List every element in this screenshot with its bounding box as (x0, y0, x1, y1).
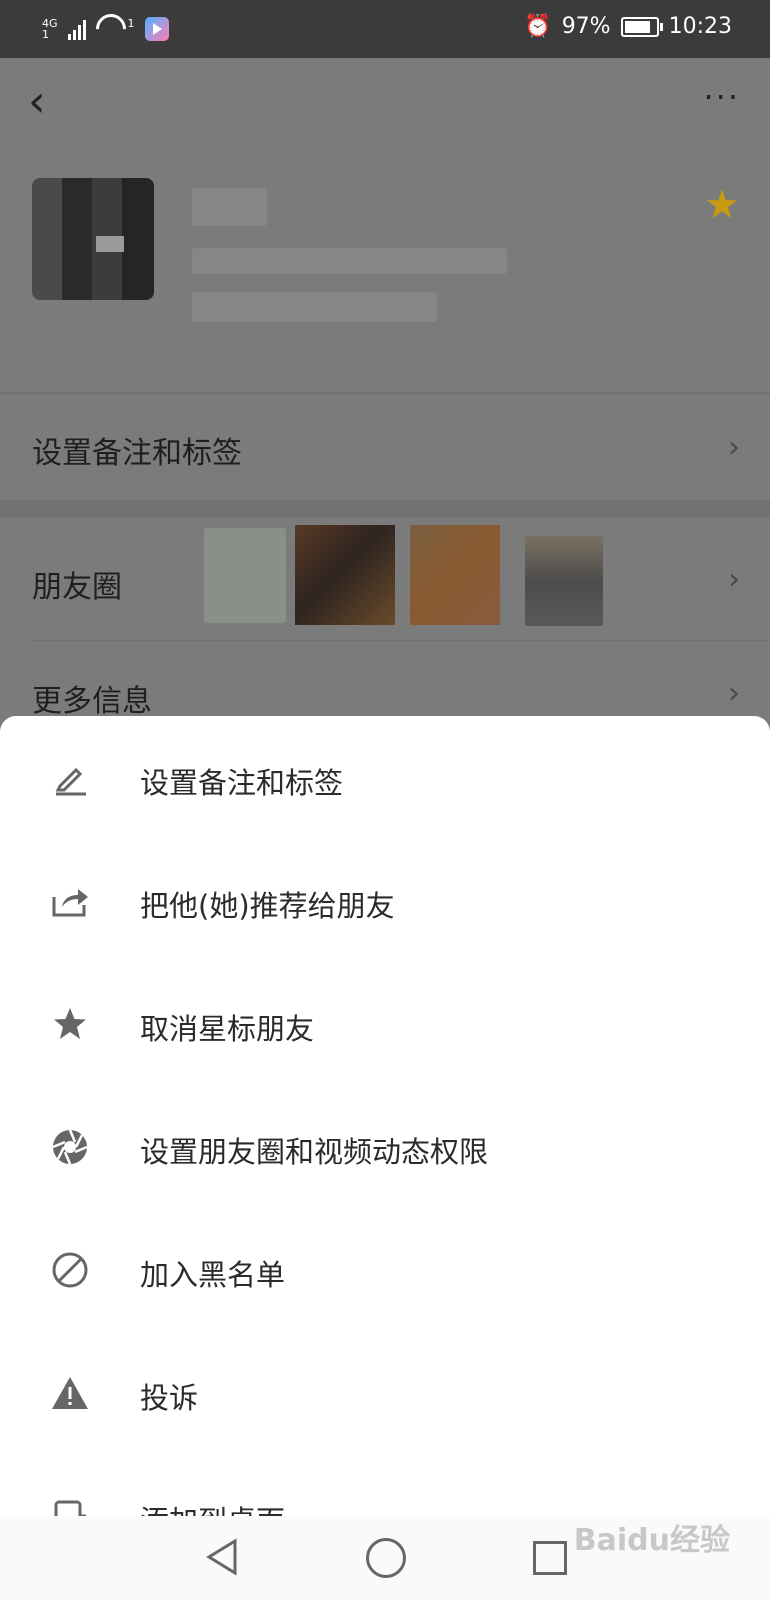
more-info-row[interactable]: 更多信息 (32, 676, 152, 720)
nav-back-icon[interactable] (205, 1538, 239, 1576)
nav-recents-icon[interactable] (533, 1541, 567, 1575)
nav-home-icon[interactable] (366, 1538, 406, 1578)
divider (32, 640, 770, 641)
moments-thumb (295, 525, 395, 625)
wechat-id-blurred (192, 248, 507, 274)
moments-thumb (525, 536, 603, 626)
app-notification-icon (144, 17, 169, 41)
pencil-icon (50, 758, 90, 798)
menu-item-unstar-friend[interactable]: 取消星标朋友 (0, 962, 770, 1085)
status-bar: 4G 1 1 ⏰ 97% 10:23 (0, 0, 770, 58)
divider (0, 392, 770, 394)
clock: 10:23 (668, 14, 732, 39)
menu-item-add-to-desktop[interactable]: 添加到桌面 (0, 1454, 770, 1516)
section-gap (0, 500, 770, 518)
menu-item-remark-tags[interactable]: 设置备注和标签 (0, 716, 770, 839)
moments-thumb (410, 525, 500, 625)
region-blurred (192, 292, 437, 322)
chevron-right-icon: › (728, 562, 740, 597)
action-sheet: 设置备注和标签 把他(她)推荐给朋友 取消星标朋友 设置朋友圈和视频动态权限 加… (0, 716, 770, 1516)
moments-row[interactable]: 朋友圈 (32, 562, 122, 606)
add-to-desktop-icon (50, 1496, 90, 1516)
menu-item-moments-permissions[interactable]: 设置朋友圈和视频动态权限 (0, 1085, 770, 1208)
block-icon (50, 1250, 90, 1290)
back-arrow-icon[interactable]: ‹ (28, 80, 68, 130)
menu-item-block[interactable]: 加入黑名单 (0, 1208, 770, 1331)
signal-icon (67, 18, 86, 40)
battery-icon (620, 16, 663, 37)
aperture-icon (50, 1127, 90, 1167)
name-blurred (192, 188, 267, 226)
hotspot-icon (89, 7, 132, 51)
hotspot-count: 1 (127, 16, 135, 30)
star-icon (50, 1004, 90, 1044)
starred-star-icon: ★ (704, 182, 740, 228)
more-options-icon[interactable]: ··· (703, 78, 740, 116)
chevron-right-icon: › (728, 430, 740, 465)
avatar[interactable] (32, 178, 154, 300)
moments-thumb-blurred (204, 528, 286, 623)
watermark: Baidu经验 (573, 1523, 730, 1558)
alarm-icon: ⏰ (524, 14, 552, 39)
share-icon (50, 881, 90, 921)
warning-icon (50, 1373, 90, 1413)
network-type: 4G 1 (42, 17, 58, 41)
chevron-right-icon: › (728, 676, 740, 711)
menu-item-report[interactable]: 投诉 (0, 1331, 770, 1454)
remark-tags-row[interactable]: 设置备注和标签 (32, 428, 242, 472)
menu-item-recommend-friend[interactable]: 把他(她)推荐给朋友 (0, 839, 770, 962)
battery-percent: 97% (561, 14, 611, 39)
